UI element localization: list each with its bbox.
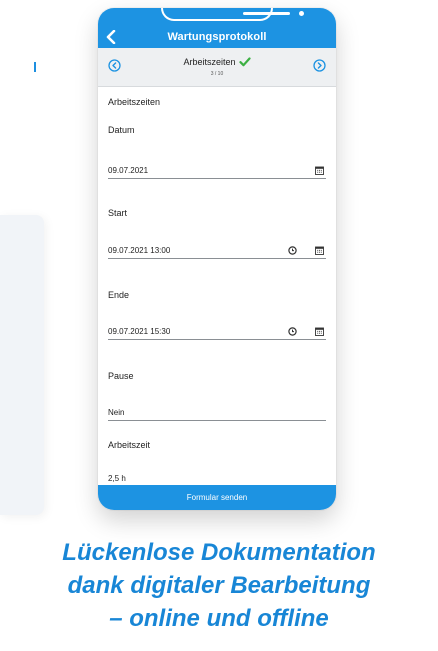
ende-value: 09.07.2021 15:30: [108, 327, 171, 336]
arbeitszeit-field: 2,5 h: [108, 472, 326, 486]
background-accent: [34, 62, 36, 72]
field-label-ende: Ende: [108, 290, 130, 300]
section-progress: 3 / 10: [210, 71, 224, 77]
caption-line-3: – online und offline: [109, 605, 329, 632]
datum-value: 09.07.2021: [108, 166, 149, 175]
page-title: Wartungsprotokoll: [167, 31, 267, 43]
datum-field[interactable]: 09.07.2021: [108, 164, 326, 179]
field-label-arbeitszeit: Arbeitszeit: [108, 440, 151, 450]
section-nav-bar: Arbeitszeiten 3 / 10: [98, 48, 336, 87]
caption-line-2: dank digitaler Bearbeitung: [67, 572, 371, 599]
app-header: Wartungsprotokoll: [98, 8, 336, 48]
phone-notch: [161, 8, 304, 21]
field-label-start: Start: [108, 208, 128, 218]
check-icon: [238, 57, 251, 67]
speaker: [243, 12, 290, 15]
calendar-icon[interactable]: [315, 246, 324, 255]
calendar-icon[interactable]: [315, 166, 324, 175]
camera: [299, 11, 304, 16]
ende-field[interactable]: 09.07.2021 15:30: [108, 325, 326, 340]
pause-value: Nein: [108, 408, 125, 417]
form-heading: Arbeitszeiten: [108, 97, 161, 107]
arbeitszeit-value: 2,5 h: [108, 474, 126, 483]
clock-icon[interactable]: [288, 246, 297, 255]
chevron-right-circle-icon[interactable]: [313, 59, 326, 72]
clock-icon[interactable]: [288, 327, 297, 336]
submit-button-label: Formular senden: [186, 493, 248, 502]
field-label-pause: Pause: [108, 371, 134, 381]
field-label-datum: Datum: [108, 125, 135, 135]
start-value: 09.07.2021 13:00: [108, 246, 171, 255]
pause-field[interactable]: Nein: [108, 406, 326, 421]
submit-button[interactable]: Formular senden: [98, 485, 336, 510]
marketing-caption: Lückenlose Dokumentation dank digitaler …: [0, 536, 438, 635]
section-title: Arbeitszeiten: [98, 57, 336, 67]
phone-mockup: Wartungsprotokoll Arbeitszeiten 3 / 10 A…: [98, 8, 336, 510]
background-card: [0, 215, 44, 515]
calendar-icon[interactable]: [315, 327, 324, 336]
start-field[interactable]: 09.07.2021 13:00: [108, 244, 326, 259]
section-title-label: Arbeitszeiten: [183, 57, 236, 67]
caption-line-1: Lückenlose Dokumentation: [62, 539, 376, 566]
